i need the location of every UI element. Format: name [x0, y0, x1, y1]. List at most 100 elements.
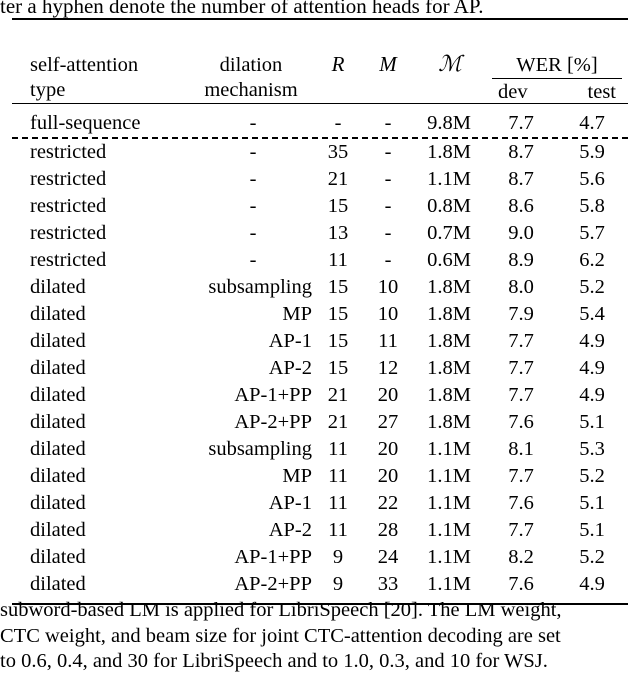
cell-r: 15: [327, 357, 349, 379]
cell-self-attention-type: dilated: [30, 303, 86, 325]
results-table-body: self-attention type dilation mechanism R…: [12, 18, 628, 605]
cell-m: 11: [378, 330, 398, 352]
cell-wer-test: 5.2: [579, 465, 605, 487]
cell-dilation-mechanism: -: [249, 249, 257, 271]
table-row: restricted - 13 - 0.7M 9.0 5.7: [12, 220, 628, 247]
cell-r: 11: [328, 438, 348, 460]
paper-page: ter a hyphen denote the number of attent…: [0, 0, 640, 672]
cell-m: -: [384, 249, 392, 271]
cell-self-attention-type: dilated: [30, 573, 86, 595]
cell-wer-test: 4.9: [579, 357, 605, 379]
table-row: dilated AP-2 15 12 1.8M 7.7 4.9: [12, 355, 628, 382]
cell-r: -: [334, 112, 342, 134]
table-row: dilated subsampling 11 20 1.1M 8.1 5.3: [12, 436, 628, 463]
table-row: restricted - 15 - 0.8M 8.6 5.8: [12, 193, 628, 220]
cell-mcal: 1.1M: [427, 438, 471, 460]
cell-m: -: [384, 195, 392, 217]
cell-wer-test: 4.7: [579, 112, 605, 134]
cell-mcal: 0.7M: [427, 222, 471, 244]
table-row: dilated MP 11 20 1.1M 7.7 5.2: [12, 463, 628, 490]
cell-m: 20: [377, 465, 399, 487]
body-line-2: CTC weight, and beam size for joint CTC-…: [0, 624, 561, 647]
cell-wer-test: 4.9: [579, 573, 605, 595]
cell-mcal: 1.1M: [427, 573, 471, 595]
cell-wer-test: 5.1: [579, 519, 605, 541]
cell-m: 27: [377, 411, 399, 433]
cell-wer-test: 5.8: [579, 195, 605, 217]
cell-dilation-mechanism: -: [249, 168, 257, 190]
cell-self-attention-type: dilated: [30, 330, 86, 352]
cell-m: 33: [377, 573, 399, 595]
cell-dilation-mechanism: subsampling: [208, 438, 312, 460]
cell-m: -: [384, 112, 392, 134]
cell-wer-dev: 8.1: [508, 438, 534, 460]
cell-r: 11: [328, 519, 348, 541]
cell-self-attention-type: full-sequence: [30, 112, 141, 134]
table-row: restricted - 21 - 1.1M 8.7 5.6: [12, 166, 628, 193]
cell-mcal: 1.1M: [427, 546, 471, 568]
cell-wer-dev: 7.9: [508, 303, 534, 325]
cell-wer-dev: 7.7: [508, 112, 534, 134]
cell-wer-dev: 7.7: [508, 519, 534, 541]
cell-wer-dev: 8.0: [508, 276, 534, 298]
cell-mcal: 1.8M: [427, 276, 471, 298]
header-dilation-mechanism-line1: dilation: [219, 54, 283, 76]
header-r-symbol: R: [331, 52, 345, 76]
cell-m: 12: [377, 357, 399, 379]
cell-r: 9: [332, 573, 344, 595]
cell-wer-dev: 8.2: [508, 546, 534, 568]
cell-wer-dev: 7.6: [508, 411, 534, 433]
table-row: dilated AP-2 11 28 1.1M 7.7 5.1: [12, 517, 628, 544]
cell-dilation-mechanism: AP-2: [268, 519, 312, 541]
cell-mcal: 1.8M: [427, 384, 471, 406]
cell-self-attention-type: restricted: [30, 168, 107, 190]
cell-mcal: 1.1M: [427, 168, 471, 190]
cell-r: 15: [327, 276, 349, 298]
cell-wer-test: 5.7: [579, 222, 605, 244]
cell-wer-test: 5.6: [579, 168, 605, 190]
cell-self-attention-type: restricted: [30, 141, 107, 163]
cell-m: -: [384, 222, 392, 244]
cell-m: 10: [377, 276, 399, 298]
cell-wer-dev: 7.7: [508, 357, 534, 379]
header-dilation-mechanism: dilation mechanism: [192, 20, 314, 103]
cell-r: 9: [332, 546, 344, 568]
cell-r: 13: [327, 222, 349, 244]
table-row: dilated AP-2+PP 21 27 1.8M 7.6 5.1: [12, 409, 628, 436]
cell-self-attention-type: dilated: [30, 438, 86, 460]
cell-dilation-mechanism: AP-2+PP: [234, 411, 312, 433]
cell-mcal: 1.1M: [427, 492, 471, 514]
header-mcal: ℳ: [414, 20, 486, 103]
cell-r: 21: [327, 384, 349, 406]
cell-mcal: 1.1M: [427, 465, 471, 487]
cell-r: 15: [327, 303, 349, 325]
table-row: dilated AP-1+PP 21 20 1.8M 7.7 4.9: [12, 382, 628, 409]
body-line-3: to 0.6, 0.4, and 30 for LibriSpeech and …: [0, 650, 548, 672]
header-wer-label: WER [%]: [492, 54, 622, 79]
cell-dilation-mechanism: -: [249, 141, 257, 163]
results-table-container: self-attention type dilation mechanism R…: [12, 18, 628, 605]
header-wer-test: test: [587, 81, 616, 103]
header-wer-group: WER [%] dev test: [486, 20, 628, 103]
body-line-1: subword-based LM is applied for LibriSpe…: [0, 599, 562, 621]
table-row: dilated AP-2+PP 9 33 1.1M 7.6 4.9: [12, 571, 628, 598]
cell-self-attention-type: dilated: [30, 492, 86, 514]
header-self-attention-type: self-attention type: [12, 20, 192, 103]
cell-m: 10: [377, 303, 399, 325]
cell-wer-test: 5.9: [579, 141, 605, 163]
cell-self-attention-type: dilated: [30, 384, 86, 406]
cell-wer-test: 4.9: [579, 330, 605, 352]
cell-wer-test: 5.2: [579, 276, 605, 298]
table-row: dilated AP-1+PP 9 24 1.1M 8.2 5.2: [12, 544, 628, 571]
table-row: restricted - 35 - 1.8M 8.7 5.9: [12, 139, 628, 166]
cell-m: 24: [377, 546, 399, 568]
results-table: self-attention type dilation mechanism R…: [12, 18, 628, 605]
cell-dilation-mechanism: AP-1: [268, 492, 312, 514]
table-row: full-sequence - - - 9.8M 7.7 4.7: [12, 110, 628, 137]
body-paragraph: subword-based LM is applied for LibriSpe…: [0, 598, 640, 675]
cell-self-attention-type: dilated: [30, 465, 86, 487]
table-caption-tail: ter a hyphen denote the number of attent…: [0, 0, 484, 18]
cell-r: 15: [327, 195, 349, 217]
cell-wer-test: 5.1: [579, 411, 605, 433]
cell-wer-test: 5.2: [579, 546, 605, 568]
